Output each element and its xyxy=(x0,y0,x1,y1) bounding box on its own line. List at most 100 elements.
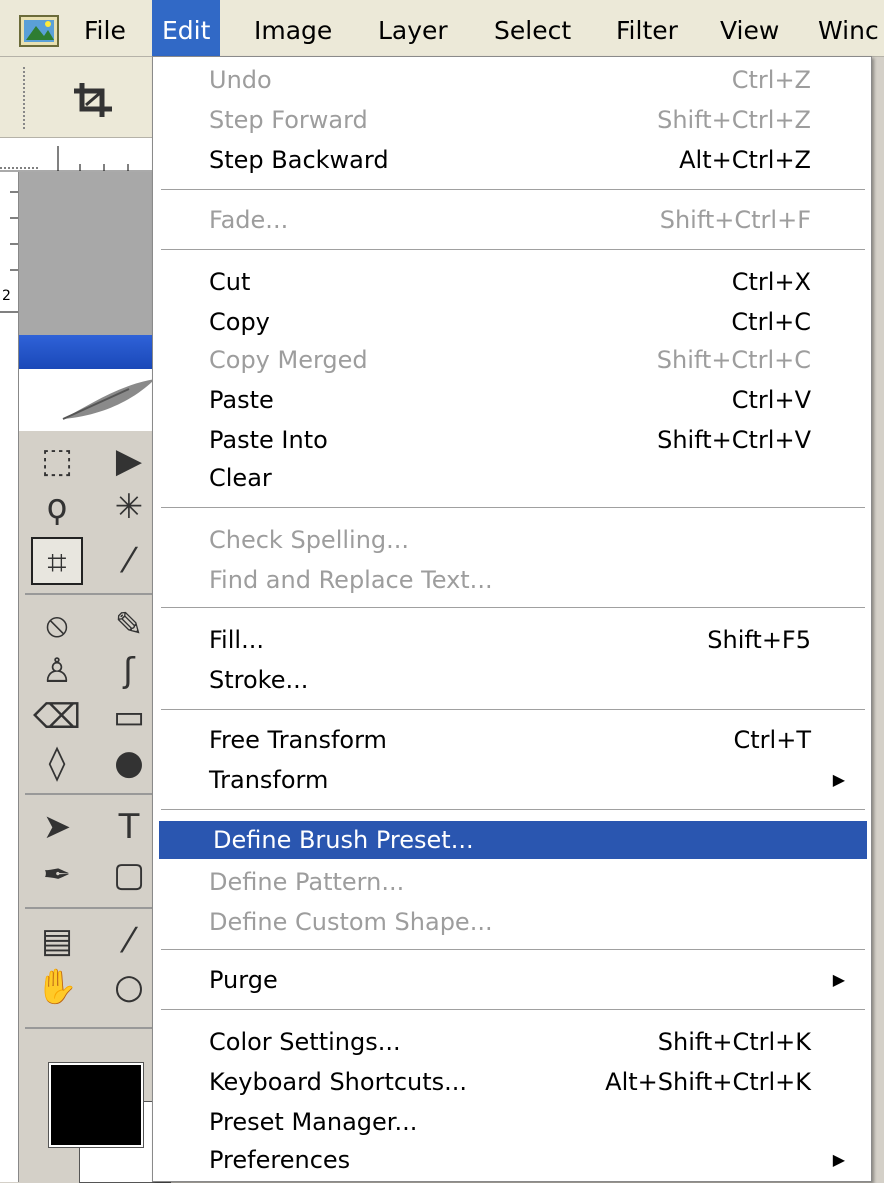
menu-file[interactable]: File xyxy=(74,0,136,56)
menu-filter[interactable]: Filter xyxy=(606,0,688,56)
menu-item-transform[interactable]: Transform ▶ xyxy=(155,761,867,799)
menu-view[interactable]: View xyxy=(710,0,789,56)
hand-icon[interactable]: ✋ xyxy=(31,963,83,1011)
crop-icon[interactable]: ⌗ xyxy=(31,537,83,585)
menu-item-color-settings[interactable]: Color Settings... Shift+Ctrl+K xyxy=(155,1023,867,1061)
menu-item-label: Transform xyxy=(209,766,329,794)
menu-item-shortcut: Shift+Ctrl+K xyxy=(657,1028,811,1056)
document-canvas[interactable] xyxy=(19,172,160,342)
type-icon[interactable]: T xyxy=(103,803,155,851)
menu-item-paste-into[interactable]: Paste Into Shift+Ctrl+V xyxy=(155,421,867,459)
menu-separator xyxy=(161,507,865,509)
menu-item-shortcut: Ctrl+X xyxy=(731,268,811,296)
menu-separator xyxy=(161,189,865,191)
menu-item-label: Stroke... xyxy=(209,666,309,694)
eraser-icon[interactable]: ⌫ xyxy=(31,693,83,741)
menu-item-check-spelling[interactable]: Check Spelling... xyxy=(155,521,867,559)
menu-edit[interactable]: Edit xyxy=(152,0,221,56)
menu-item-paste[interactable]: Paste Ctrl+V xyxy=(155,381,867,419)
toolbox-divider xyxy=(25,593,160,595)
menu-item-define-custom-shape[interactable]: Define Custom Shape... xyxy=(155,903,867,941)
move-icon[interactable]: ▶ xyxy=(103,437,155,485)
menu-item-undo[interactable]: Undo Ctrl+Z xyxy=(155,61,867,99)
menu-item-shortcut: Shift+Ctrl+Z xyxy=(657,106,811,134)
menu-item-shortcut: Ctrl+V xyxy=(731,386,811,414)
menu-item-label: Define Custom Shape... xyxy=(209,908,493,936)
menu-item-shortcut: Shift+Ctrl+C xyxy=(656,346,811,374)
toolbox-header xyxy=(19,369,160,431)
menu-image[interactable]: Image xyxy=(244,0,342,56)
menu-separator xyxy=(161,809,865,811)
menu-separator xyxy=(161,249,865,251)
menu-item-stroke[interactable]: Stroke... xyxy=(155,661,867,699)
menu-item-fade[interactable]: Fade... Shift+Ctrl+F xyxy=(155,201,867,239)
menu-item-label: Paste Into xyxy=(209,426,328,454)
toolbox-divider xyxy=(25,907,160,909)
lasso-icon[interactable]: ϙ xyxy=(31,483,83,531)
gradient-icon[interactable]: ▭ xyxy=(103,693,155,741)
marquee-icon[interactable]: ⬚ xyxy=(31,437,83,485)
menu-separator xyxy=(161,607,865,609)
ruler-label: 2 xyxy=(2,288,11,304)
menu-item-copy[interactable]: Copy Ctrl+C xyxy=(155,303,867,341)
dodge-icon[interactable]: ● xyxy=(103,739,155,787)
vertical-ruler xyxy=(0,172,19,1182)
menu-item-label: Keyboard Shortcuts... xyxy=(209,1068,468,1096)
menu-item-label: Fade... xyxy=(209,206,289,234)
menu-item-step-backward[interactable]: Step Backward Alt+Ctrl+Z xyxy=(155,141,867,179)
toolbox: ⬚ ▶ ϙ ✳ ⌗ ⁄ ⦸ ✎ ♙ ʃ ⌫ ▭ ◊ ● ➤ T ✒ ▢ ▤ ⁄ … xyxy=(19,431,171,1183)
history-brush-icon[interactable]: ʃ xyxy=(103,647,155,695)
menu-item-copy-merged[interactable]: Copy Merged Shift+Ctrl+C xyxy=(155,341,867,379)
menu-item-label: Paste xyxy=(209,386,274,414)
menu-item-define-brush-preset[interactable]: Define Brush Preset... xyxy=(159,821,867,859)
zoom-icon[interactable]: ○ xyxy=(103,963,155,1011)
shape-icon[interactable]: ▢ xyxy=(103,851,155,899)
menu-item-label: Define Brush Preset... xyxy=(213,826,474,854)
foreground-color-swatch[interactable] xyxy=(48,1062,144,1148)
menu-item-label: Clear xyxy=(209,464,272,492)
menu-item-clear[interactable]: Clear xyxy=(155,459,867,497)
menu-item-preferences[interactable]: Preferences ▶ xyxy=(155,1141,867,1179)
menu-item-label: Define Pattern... xyxy=(209,868,405,896)
submenu-arrow-icon: ▶ xyxy=(832,770,845,789)
menu-item-preset-manager[interactable]: Preset Manager... xyxy=(155,1103,867,1141)
brush-icon[interactable]: ✎ xyxy=(103,601,155,649)
magic-wand-icon[interactable]: ✳ xyxy=(103,483,155,531)
menu-item-keyboard-shortcuts[interactable]: Keyboard Shortcuts... Alt+Shift+Ctrl+K xyxy=(155,1063,867,1101)
clone-stamp-icon[interactable]: ♙ xyxy=(31,647,83,695)
blur-icon[interactable]: ◊ xyxy=(31,739,83,787)
menu-item-label: Check Spelling... xyxy=(209,526,410,554)
crop-tool-preset-icon[interactable] xyxy=(72,79,116,119)
menu-select[interactable]: Select xyxy=(484,0,581,56)
toolbox-divider xyxy=(25,793,160,795)
menu-item-label: Copy xyxy=(209,308,270,336)
menu-item-shortcut: Ctrl+T xyxy=(733,726,811,754)
slice-icon[interactable]: ⁄ xyxy=(103,537,155,585)
menu-item-step-forward[interactable]: Step Forward Shift+Ctrl+Z xyxy=(155,101,867,139)
grip-icon[interactable] xyxy=(20,67,28,129)
menu-item-label: Find and Replace Text... xyxy=(209,566,493,594)
menu-item-purge[interactable]: Purge ▶ xyxy=(155,961,867,999)
eyedropper-icon[interactable]: ⁄ xyxy=(103,917,155,965)
menu-layer[interactable]: Layer xyxy=(368,0,458,56)
photoshop-app-icon[interactable] xyxy=(18,10,62,48)
menu-item-define-pattern[interactable]: Define Pattern... xyxy=(155,863,867,901)
path-selection-icon[interactable]: ➤ xyxy=(31,803,83,851)
menu-item-label: Step Forward xyxy=(209,106,368,134)
menu-item-label: Copy Merged xyxy=(209,346,368,374)
notes-icon[interactable]: ▤ xyxy=(31,917,83,965)
menu-item-cut[interactable]: Cut Ctrl+X xyxy=(155,263,867,301)
menu-item-fill[interactable]: Fill... Shift+F5 xyxy=(155,621,867,659)
menu-item-find-replace[interactable]: Find and Replace Text... xyxy=(155,561,867,599)
healing-brush-icon[interactable]: ⦸ xyxy=(31,601,83,649)
toolbox-title-bar[interactable] xyxy=(19,335,160,369)
menu-item-free-transform[interactable]: Free Transform Ctrl+T xyxy=(155,721,867,759)
menu-item-label: Preferences xyxy=(209,1146,351,1174)
pen-icon[interactable]: ✒ xyxy=(31,851,83,899)
edit-menu-dropdown: Undo Ctrl+Z Step Forward Shift+Ctrl+Z St… xyxy=(152,56,872,1182)
menu-separator xyxy=(161,949,865,951)
submenu-arrow-icon: ▶ xyxy=(832,970,845,989)
menu-item-shortcut: Alt+Ctrl+Z xyxy=(679,146,811,174)
menu-window[interactable]: Winc xyxy=(808,0,884,56)
toolbox-divider xyxy=(25,1027,160,1029)
